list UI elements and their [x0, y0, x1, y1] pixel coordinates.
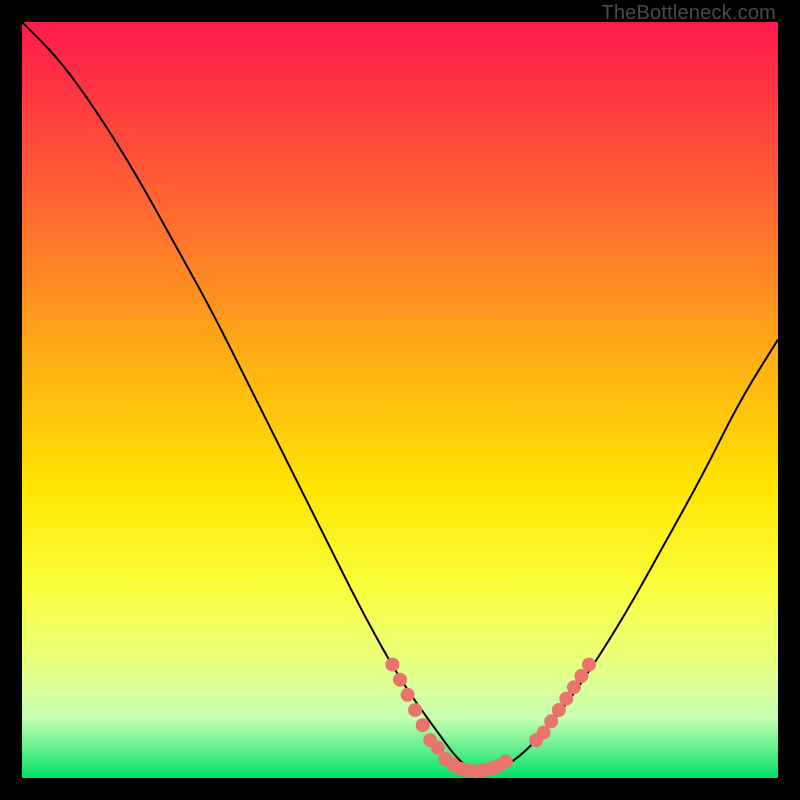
marker-dot [582, 658, 596, 672]
chart-svg [22, 22, 778, 778]
marker-dot [552, 703, 566, 717]
marker-dot [416, 718, 430, 732]
marker-dots-group [385, 658, 596, 779]
marker-dot [393, 673, 407, 687]
bottleneck-curve-path [22, 22, 778, 770]
marker-dot [567, 680, 581, 694]
marker-dot [499, 754, 513, 768]
chart-plot-area [22, 22, 778, 778]
marker-dot [408, 703, 422, 717]
marker-dot [385, 658, 399, 672]
marker-dot [401, 688, 415, 702]
